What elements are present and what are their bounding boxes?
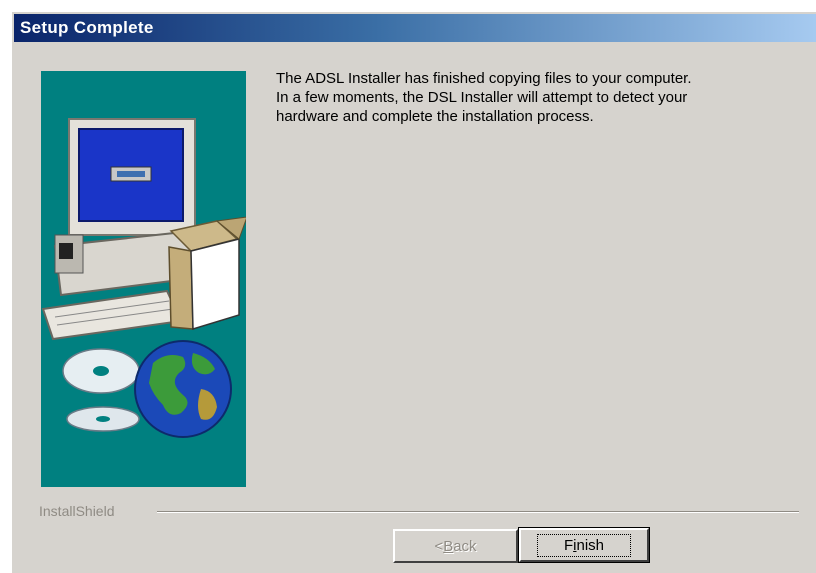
message-line-1: The ADSL Installer has finished copying … [276,70,692,87]
window-title: Setup Complete [20,18,154,37]
title-bar[interactable]: Setup Complete [14,14,816,42]
completion-message: The ADSL Installer has finished copying … [276,69,796,126]
message-line-2: In a few moments, the DSL Installer will… [276,89,688,106]
back-button[interactable]: < Back [393,529,518,563]
finish-button[interactable]: Finish [518,527,650,563]
installshield-brand: InstallShield [39,503,115,519]
back-button-mnemonic: B [443,537,454,555]
setup-illustration [41,118,246,438]
side-illustration-panel [41,71,246,487]
back-button-prefix: < [434,537,444,555]
finish-button-rest: nish [576,536,605,554]
finish-focus-rect: Finish [536,533,632,557]
setup-complete-dialog: Setup Complete The ADSL Installer has fi… [11,11,816,573]
footer-divider [157,511,799,513]
open-box-icon [168,216,246,331]
back-button-rest: ack [453,537,477,555]
message-line-3: hardware and complete the installation p… [276,108,594,125]
globe-icon [134,340,232,438]
cd-discs-icon [62,348,140,432]
finish-button-prefix: F [563,536,574,554]
